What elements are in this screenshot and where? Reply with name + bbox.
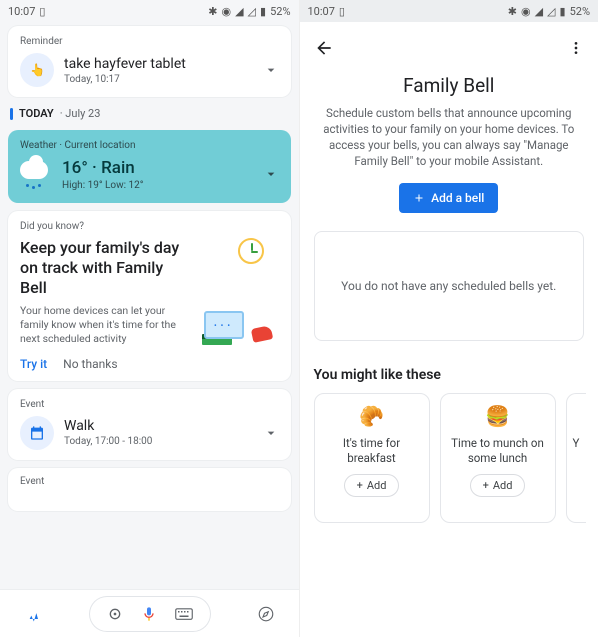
page-description: Schedule custom bells that announce upco… [314,105,585,169]
empty-state: You do not have any scheduled bells yet. [314,231,585,341]
dnd-icon: ◉ [521,5,531,18]
right-phone: 10:07 ▯ ✱ ◉ ◢ ◿ ▮ 52% Family Bell Schedu… [300,0,598,637]
plus-icon: + [357,479,363,492]
suggestion-text: Time to munch on some lunch [449,436,547,466]
suggestion-card-partial[interactable]: Y [566,393,586,523]
weather-card[interactable]: Weather · Current location 16° · Rain Hi… [8,130,291,203]
weather-temp: 16° · Rain [62,158,144,178]
status-time: 10:07 [308,5,335,18]
battery-icon: ▮ [560,5,566,18]
signal-icon: ◿ [248,5,256,18]
battery-icon: ▮ [260,5,266,18]
event-section-label: Event [20,399,279,410]
weather-rain-icon [20,157,54,191]
battery-text: 52% [270,5,290,18]
chevron-down-icon[interactable] [263,62,279,78]
reminder-card[interactable]: Reminder 👆 take hayfever tablet Today, 1… [8,26,291,97]
weather-range: High: 19° Low: 12° [62,180,144,191]
status-time: 10:07 [8,5,35,18]
croissant-icon: 🥐 [359,404,384,428]
bottom-nav [0,589,299,637]
page-title: Family Bell [314,74,585,97]
chevron-down-icon[interactable] [263,166,279,182]
event-stub-label: Event [20,476,279,487]
add-label: Add [367,479,387,492]
add-suggestion-button[interactable]: + Add [344,474,400,497]
bluetooth-icon: ✱ [508,5,517,18]
event-card[interactable]: Event Walk Today, 17:00 - 18:00 [8,389,291,460]
signal-icon: ◿ [547,5,555,18]
suggestion-card[interactable]: 🍔 Time to munch on some lunch + Add [440,393,556,523]
add-suggestion-button[interactable]: + Add [470,474,526,497]
dyk-desc: Your home devices can let your family kn… [20,304,190,347]
today-indicator [10,108,13,120]
calendar-icon [20,416,54,450]
suggestion-text: It's time for breakfast [323,436,421,466]
dyk-title: Keep your family's day on track with Fam… [20,238,180,298]
left-phone: 10:07 ▯ ✱ ◉ ◢ ◿ ▮ 52% Reminder 👆 take ha… [0,0,300,637]
no-thanks-button[interactable]: No thanks [63,357,117,371]
status-bar: 10:07 ▯ ✱ ◉ ◢ ◿ ▮ 52% [300,0,598,22]
plus-icon [413,192,425,204]
explore-icon[interactable] [257,605,275,623]
reminder-section-label: Reminder [20,36,279,47]
today-header: TODAY · July 23 [8,105,291,122]
family-bell-illustration [196,238,272,347]
wifi-icon: ◢ [235,5,243,18]
svg-text:👆: 👆 [30,63,45,77]
burger-icon: 🍔 [485,404,510,428]
event-title: Walk [64,418,152,434]
mic-icon[interactable] [141,604,157,624]
status-bar: 10:07 ▯ ✱ ◉ ◢ ◿ ▮ 52% [0,0,299,22]
chevron-down-icon[interactable] [263,425,279,441]
suggestion-text: Y [573,436,580,466]
event-time: Today, 17:00 - 18:00 [64,436,152,447]
event-card-partial[interactable]: Event [8,468,291,511]
plus-icon: + [483,479,489,492]
add-label: Add [493,479,513,492]
did-you-know-card: Did you know? Keep your family's day on … [8,211,291,381]
add-bell-label: Add a bell [431,191,484,205]
lens-icon[interactable] [107,606,123,622]
keyboard-icon[interactable] [175,607,193,621]
dyk-section-label: Did you know? [20,221,279,232]
battery-text: 52% [570,5,590,18]
add-bell-button[interactable]: Add a bell [399,183,498,213]
empty-state-text: You do not have any scheduled bells yet. [341,279,556,293]
try-it-button[interactable]: Try it [20,357,47,371]
suggestions-row[interactable]: 🥐 It's time for breakfast + Add 🍔 Time t… [314,393,585,523]
suggestion-card[interactable]: 🥐 It's time for breakfast + Add [314,393,430,523]
more-menu-button[interactable] [568,40,584,56]
bluetooth-icon: ✱ [208,5,217,18]
dnd-icon: ◉ [221,5,231,18]
notification-dot-icon: ▯ [39,5,45,18]
reminder-title: take hayfever tablet [64,56,186,72]
wifi-icon: ◢ [535,5,543,18]
reminder-icon: 👆 [20,53,54,87]
search-pill[interactable] [90,597,210,631]
assistant-updates-icon[interactable] [23,604,43,624]
reminder-time: Today, 10:17 [64,74,186,85]
back-button[interactable] [314,38,334,58]
suggestions-header: You might like these [314,367,585,383]
weather-label: Weather · Current location [20,140,279,151]
today-date: · July 23 [60,107,101,120]
today-label: TODAY [19,107,54,120]
notification-dot-icon: ▯ [339,5,345,18]
